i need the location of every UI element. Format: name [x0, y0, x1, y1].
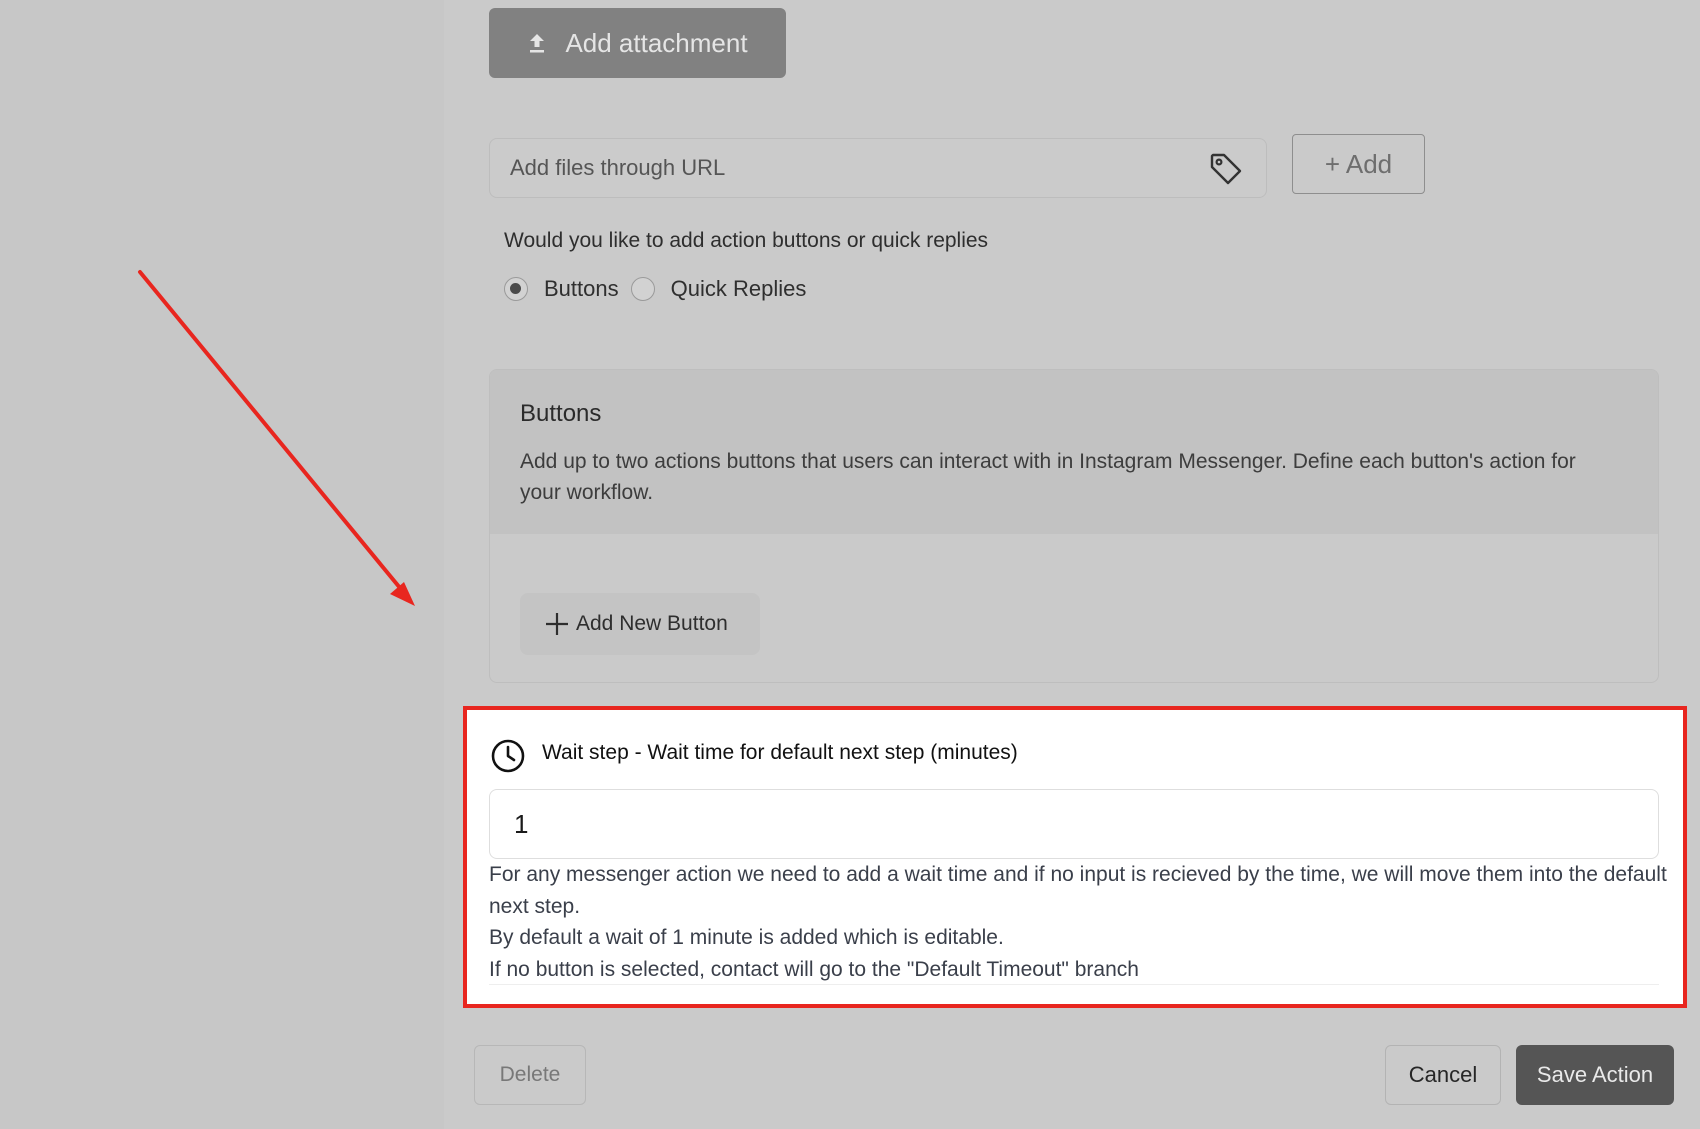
radio-buttons[interactable]: [504, 277, 528, 301]
buttons-card-title: Buttons: [520, 400, 602, 427]
url-field: [489, 138, 1267, 198]
add-attachment-button[interactable]: Add attachment: [489, 8, 786, 78]
plus-icon: [546, 613, 568, 635]
url-input[interactable]: [510, 139, 1190, 197]
add-url-button[interactable]: + Add: [1292, 134, 1425, 194]
upload-icon: [527, 32, 547, 54]
add-attachment-label: Add attachment: [565, 27, 748, 58]
buttons-card-header: Buttons Add up to two actions buttons th…: [490, 370, 1658, 534]
buttons-card-description: Add up to two actions buttons that users…: [520, 450, 1576, 504]
wait-help-line: By default a wait of 1 minute is added w…: [489, 926, 1004, 949]
reply-type-radio-group: Buttons Quick Replies: [504, 276, 818, 302]
wait-time-input[interactable]: [514, 790, 1614, 858]
radio-quick-replies[interactable]: [630, 277, 655, 301]
add-new-button-label: Add New Button: [576, 612, 728, 635]
wait-help-line: If no button is selected, contact will g…: [489, 957, 1139, 981]
add-new-button[interactable]: Add New Button: [520, 593, 760, 655]
buttons-card: Buttons Add up to two actions buttons th…: [489, 369, 1659, 683]
reply-type-question: Would you like to add action buttons or …: [504, 229, 989, 252]
wait-step-help: For any messenger action we need to add …: [489, 859, 1669, 985]
radio-buttons-label[interactable]: Buttons: [544, 276, 619, 302]
divider: [489, 984, 1659, 985]
tag-icon[interactable]: [1208, 151, 1244, 187]
cancel-button[interactable]: Cancel: [1385, 1045, 1501, 1105]
save-action-button[interactable]: Save Action: [1516, 1045, 1674, 1105]
wait-step-title: Wait step - Wait time for default next s…: [542, 741, 1018, 764]
wait-time-field: [489, 789, 1659, 859]
clock-icon: [491, 739, 525, 773]
wait-help-line: For any messenger action we need to add …: [489, 863, 1667, 918]
background-overlay: [0, 0, 444, 1129]
radio-quick-replies-label[interactable]: Quick Replies: [671, 276, 807, 302]
delete-button[interactable]: Delete: [474, 1045, 586, 1105]
